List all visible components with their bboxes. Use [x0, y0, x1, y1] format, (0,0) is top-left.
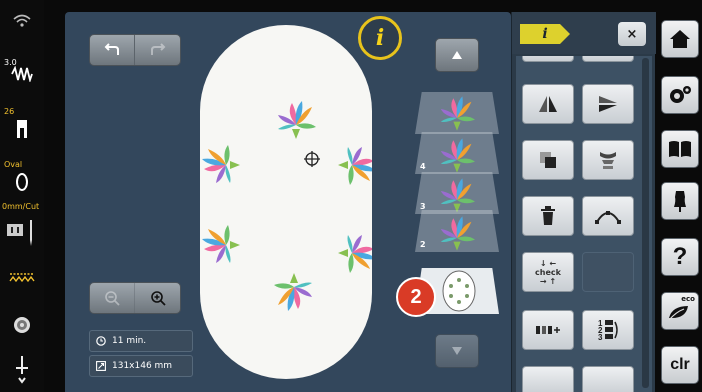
zoom-out-icon[interactable]: [90, 283, 136, 313]
partial-button-bottom-left[interactable]: [522, 366, 574, 392]
undo-redo-group: [89, 34, 181, 66]
check-arrows-top-icon: ↓ ←: [539, 258, 557, 268]
mirror-vertical-icon: [599, 96, 617, 112]
hoop-oval-icon[interactable]: [0, 172, 44, 192]
mirror-horizontal-button[interactable]: [522, 84, 574, 124]
check-label: check: [535, 267, 561, 277]
time-row: 11 min.: [89, 330, 193, 352]
cut-label: 0mm/Cut: [2, 202, 40, 211]
check-size-button[interactable]: ↓ ← check → ↑: [522, 252, 574, 292]
oval-hoop-area[interactable]: [200, 25, 376, 379]
resize-icon: [96, 361, 106, 371]
trash-icon: [541, 206, 555, 225]
stitch-length-icon[interactable]: [0, 66, 44, 82]
check-arrows-bottom-icon: → ↑: [539, 276, 557, 286]
thread-tension-icon[interactable]: [0, 272, 44, 284]
arrow-down-icon: [452, 347, 462, 355]
main-navigation: ? eco clr: [657, 0, 702, 392]
bobbin-icon[interactable]: [0, 316, 44, 334]
scroll-down-button[interactable]: [435, 334, 479, 368]
scroll-up-button[interactable]: [435, 38, 479, 72]
panel-scrollbar[interactable]: [642, 58, 649, 388]
sewing-consultant-button[interactable]: [661, 182, 699, 220]
needle-icon[interactable]: [18, 220, 44, 246]
status-sidebar: 3.0 26 Oval 0mm/Cut: [0, 0, 44, 392]
sequence-button[interactable]: 123: [582, 310, 634, 350]
eco-icon: [668, 306, 688, 321]
settings-button[interactable]: [661, 76, 699, 114]
clock-icon: [96, 336, 106, 346]
color-change-button[interactable]: [582, 140, 634, 180]
embroidery-time: 11 min.: [112, 336, 147, 346]
home-button[interactable]: [661, 20, 699, 58]
center-crosshair-icon: [304, 151, 320, 167]
manual-icon: [669, 141, 691, 157]
stitch-width-value: 26: [4, 107, 15, 116]
wifi-icon: [0, 14, 44, 28]
settings-icon: [670, 86, 691, 103]
layer-2[interactable]: 2: [415, 210, 499, 252]
needle-stop-icon[interactable]: [0, 356, 44, 384]
sewing-machine-screen: 3.0 26 Oval 0mm/Cut i 4 3 2 11 min. 131x…: [0, 0, 702, 392]
embroidery-canvas: i 4 3 2 11 min. 131x146 mm: [65, 12, 511, 392]
duplicate-button[interactable]: [522, 140, 574, 180]
clear-icon: clr: [670, 356, 690, 373]
arrow-up-icon: [452, 51, 462, 59]
zoom-group: [89, 282, 181, 314]
panel-close-button[interactable]: ×: [618, 22, 646, 46]
help-icon: ?: [672, 243, 688, 270]
info-button[interactable]: i: [358, 16, 402, 60]
embroidery-size: 131x146 mm: [112, 361, 173, 371]
layer-4[interactable]: 4: [415, 132, 499, 174]
hoop-label: Oval: [4, 160, 23, 169]
alignment-icon: [536, 326, 560, 334]
help-button[interactable]: ?: [661, 238, 699, 276]
eco-button[interactable]: eco: [661, 292, 699, 330]
edit-panel: i × ↓ ← check → ↑ 1 2 3: [511, 12, 656, 392]
presser-foot-icon[interactable]: [0, 118, 44, 140]
size-row: 131x146 mm: [89, 355, 193, 377]
manual-button[interactable]: [661, 130, 699, 168]
partial-button-left[interactable]: [522, 56, 574, 62]
color-change-icon: [600, 152, 616, 169]
sequence-icon: 123: [598, 319, 618, 342]
layer-3[interactable]: 3: [415, 172, 499, 214]
undo-icon[interactable]: [90, 35, 136, 65]
embroidery-info-box: 11 min. 131x146 mm: [89, 330, 193, 378]
mirror-horizontal-icon: [539, 96, 557, 112]
svg-text:3: 3: [598, 333, 603, 342]
arc-placement-button[interactable]: [582, 196, 634, 236]
selected-layer-badge: 2: [396, 277, 436, 317]
partial-button-bottom-right[interactable]: [582, 366, 634, 392]
zoom-in-icon[interactable]: [135, 283, 180, 313]
alignment-button[interactable]: [522, 310, 574, 350]
disabled-button: [582, 252, 634, 292]
redo-icon[interactable]: [135, 35, 180, 65]
embroidery-motifs: [202, 101, 376, 311]
layer-top[interactable]: [415, 92, 499, 134]
eco-label: eco: [681, 295, 695, 303]
duplicate-icon: [540, 152, 556, 168]
panel-body: ↓ ← check → ↑ 123: [516, 56, 652, 392]
arc-icon: [595, 211, 621, 224]
home-icon: [670, 30, 690, 48]
panel-info-tab[interactable]: i: [520, 24, 570, 44]
partial-button-right[interactable]: [582, 56, 634, 62]
clear-button[interactable]: clr: [661, 346, 699, 384]
mirror-vertical-button[interactable]: [582, 84, 634, 124]
mannequin-icon: [674, 191, 686, 212]
delete-button[interactable]: [522, 196, 574, 236]
panel-header: i ×: [512, 12, 656, 54]
